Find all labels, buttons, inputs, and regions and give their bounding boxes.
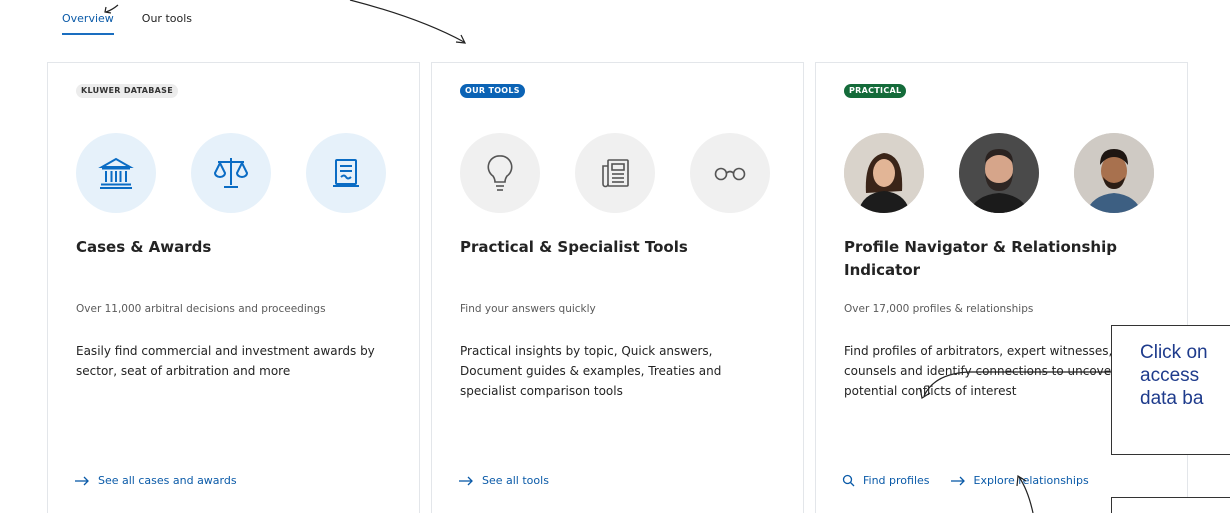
- tab-bar: Overview Our tools: [62, 8, 192, 36]
- glasses-icon: [690, 133, 770, 213]
- link-label: Explore relationships: [973, 474, 1089, 487]
- avatar: [844, 133, 924, 213]
- card-links: Find profiles Explore relationships: [842, 474, 1089, 487]
- badge-practical: PRACTICAL: [844, 84, 907, 98]
- card-practical-tools: OUR TOOLS Practical & Specialist Tools F…: [431, 62, 804, 513]
- see-all-cases-link[interactable]: See all cases and awards: [74, 474, 237, 487]
- find-profiles-link[interactable]: Find profiles: [842, 474, 930, 487]
- annotation-callout-secondary: [1111, 497, 1230, 513]
- arrow-right-icon: [950, 476, 965, 485]
- avatar: [1074, 133, 1154, 213]
- badge-our-tools: OUR TOOLS: [460, 84, 525, 98]
- search-icon: [842, 474, 855, 487]
- annotation-line: Click on: [1140, 342, 1208, 363]
- newspaper-icon: [575, 133, 655, 213]
- card-subtitle: Over 17,000 profiles & relationships: [844, 303, 1034, 315]
- card-title: Cases & Awards: [76, 238, 212, 256]
- arrow-right-icon: [75, 476, 89, 485]
- tab-overview[interactable]: Overview: [62, 8, 114, 36]
- arrow-right-icon: [459, 476, 473, 485]
- scales-icon: [191, 133, 271, 213]
- tab-our-tools[interactable]: Our tools: [142, 8, 192, 36]
- explore-relationships-link[interactable]: Explore relationships: [950, 474, 1089, 487]
- annotation-arrow-head: [455, 34, 467, 44]
- card-subtitle: Find your answers quickly: [460, 303, 596, 315]
- lightbulb-icon: [460, 133, 540, 213]
- card-description: Easily find commercial and investment aw…: [76, 344, 375, 378]
- card-cases-awards: KLUWER DATABASE Cases & Awards Over 11,0…: [47, 62, 420, 513]
- card-description: Practical insights by topic, Quick answe…: [460, 344, 722, 398]
- link-label: See all cases and awards: [98, 474, 237, 487]
- card-icons: [460, 133, 770, 213]
- link-label: See all tools: [482, 474, 549, 487]
- link-label: Find profiles: [863, 474, 930, 487]
- annotation-arrow: [349, 0, 465, 43]
- annotation-line: data ba: [1140, 388, 1204, 409]
- annotation-line: access: [1140, 365, 1200, 386]
- bank-icon: [76, 133, 156, 213]
- card-subtitle: Over 11,000 arbitral decisions and proce…: [76, 303, 326, 315]
- avatar: [959, 133, 1039, 213]
- card-links: See all tools: [458, 474, 549, 487]
- see-all-tools-link[interactable]: See all tools: [458, 474, 549, 487]
- card-title: Profile Navigator & Relationship Indicat…: [844, 238, 1117, 279]
- card-icons: [76, 133, 386, 213]
- profile-avatars: [844, 133, 1154, 213]
- document-icon: [306, 133, 386, 213]
- card-links: See all cases and awards: [74, 474, 237, 487]
- card-title: Practical & Specialist Tools: [460, 238, 688, 256]
- badge-kluwer-database: KLUWER DATABASE: [76, 84, 178, 98]
- annotation-callout: Click on access data ba: [1111, 325, 1230, 455]
